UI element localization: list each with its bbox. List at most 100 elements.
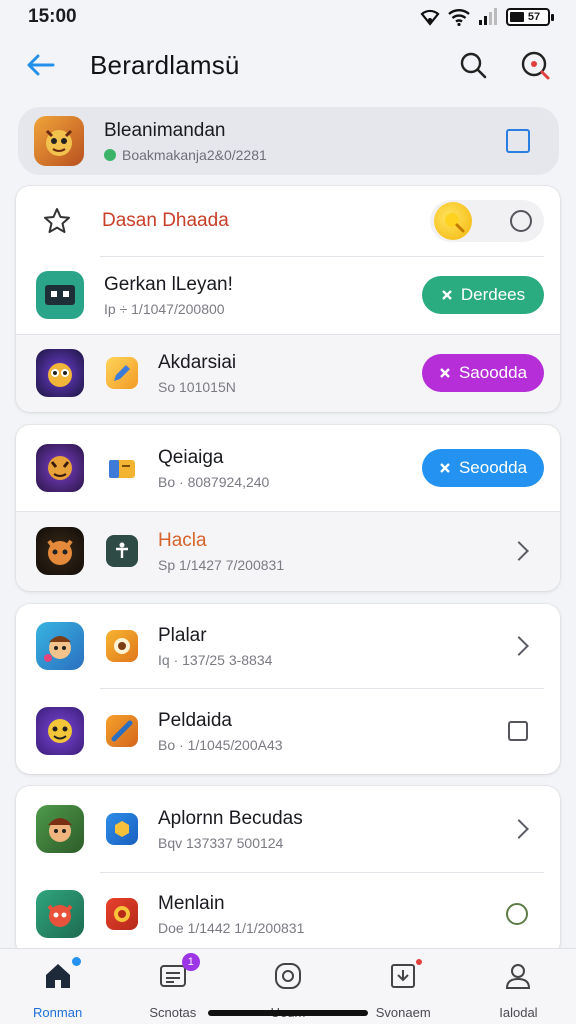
back-arrow-icon (27, 54, 55, 76)
app-icon (36, 349, 84, 397)
notification-dot (416, 959, 423, 965)
list-item[interactable]: Menlain Doe 1/1442 1/1/200831 (16, 872, 560, 956)
list-item-subtitle: Bo · 8087924,240 (158, 473, 270, 490)
list-item-title: Gerkan lLeyan! (104, 273, 233, 295)
list-item[interactable]: Peldaida Bo · 1/1045/200A43 (16, 688, 560, 774)
list-item-title: Peldaida (158, 709, 232, 731)
camera-icon (271, 959, 305, 993)
accessibility-icon (106, 535, 138, 567)
list-item[interactable]: Qeiaiga Bo · 8087924,240 Seoodda (16, 425, 560, 511)
close-x-icon (440, 463, 450, 473)
app-icon (36, 527, 84, 575)
action-button-label: Derdees (460, 285, 526, 304)
list-item-subtitle: Doe 1/1442 1/1/200831 (158, 919, 305, 936)
app-group-card-3: Plalar Iq · 137/25 3-8834 Peldaida Bo · … (16, 604, 560, 774)
nav-label: Svonaem (375, 1005, 431, 1020)
wifi-icon (448, 9, 470, 26)
sun-icon (434, 202, 472, 240)
home-icon (41, 957, 81, 993)
back-button[interactable] (20, 45, 60, 85)
list-item-title: Qeiaiga (158, 446, 224, 468)
chevron-right-icon[interactable] (509, 819, 529, 839)
app-group-card-4: Aplornn Becudas Bqv 137337 500124 Menlai… (16, 786, 560, 956)
list-item-title: Aplornn Becudas (158, 807, 303, 829)
app-icon (36, 622, 84, 670)
status-dot-icon (104, 148, 116, 161)
list-item-title: Plalar (158, 624, 207, 646)
page-title: Berardlamsü (90, 49, 240, 80)
nav-label: Ronman (33, 1005, 83, 1020)
radio-button[interactable] (510, 210, 532, 232)
signal-icon (479, 8, 497, 25)
app-group-card-1: Dasan Dhaada Gerkan lLeyan! Ip ÷ 1/1047/… (16, 186, 560, 412)
checkbox[interactable] (508, 721, 528, 741)
app-header: Berardlamsü (0, 34, 576, 96)
search-button[interactable] (452, 44, 494, 86)
radio-button[interactable] (506, 903, 528, 925)
list-item[interactable]: Hacla Sp 1/1427 7/200831 (16, 511, 560, 591)
app-icon (36, 444, 84, 492)
list-item-subtitle: Bqv 137337 500124 (158, 834, 284, 851)
list-item[interactable]: Plalar Iq · 137/25 3-8834 (16, 604, 560, 688)
list-item-subtitle: Ip ÷ 1/1047/200800 (104, 300, 225, 317)
nav-label: Ialodal (499, 1005, 538, 1020)
notes-icon: 1 (156, 953, 200, 993)
nav-label: Scnotas (149, 1005, 197, 1020)
list-item[interactable]: Akdarsiai So 101015N Saoodda (16, 334, 560, 412)
search-icon (460, 52, 487, 79)
nav-item-profile[interactable]: Ialodal (461, 949, 576, 1024)
chevron-right-icon[interactable] (509, 636, 529, 656)
target-icon (106, 898, 138, 930)
action-button-label: Saoodda (458, 363, 528, 382)
app-icon (36, 271, 84, 319)
header-actions (452, 44, 556, 86)
list-item[interactable]: Aplornn Becudas Bqv 137337 500124 (16, 786, 560, 872)
app-icon (36, 890, 84, 938)
filter-search-button[interactable] (514, 44, 556, 86)
notes-badge: 1 (181, 953, 200, 971)
battery-icon: 57 (506, 8, 554, 26)
profile-icon (501, 959, 535, 993)
list-item-subtitle: Sp 1/1427 7/200831 (158, 556, 285, 573)
list-item[interactable]: Dasan Dhaada (16, 186, 560, 256)
list-item-title: Dasan Dhaada (102, 210, 229, 231)
action-button-label: Seoodda (458, 458, 528, 477)
featured-app-title: Bleanimandan (104, 119, 226, 141)
battery-level: 57 (527, 11, 541, 23)
home-indicator[interactable] (208, 1010, 368, 1016)
app-icon (36, 805, 84, 853)
featured-app-meta: Boakmakanja2&0/2281 (104, 147, 267, 163)
featured-app-icon (34, 116, 84, 166)
list-item-title: Akdarsiai (158, 351, 237, 373)
chevron-right-icon[interactable] (509, 541, 529, 561)
list-item-title: Hacla (158, 529, 207, 551)
game-icon (106, 630, 138, 662)
puzzle-icon (106, 813, 138, 845)
close-x-icon (440, 368, 450, 378)
list-item-subtitle: Bo · 1/1045/200A43 (158, 736, 283, 753)
featured-app-subtitle: Boakmakanja2&0/2281 (122, 146, 267, 163)
status-time: 15:00 (28, 6, 77, 27)
action-button[interactable]: Derdees (422, 276, 544, 314)
list-item[interactable]: Gerkan lLeyan! Ip ÷ 1/1047/200800 Derdee… (16, 256, 560, 334)
action-button[interactable]: Saoodda (422, 354, 544, 392)
app-icon (36, 707, 84, 755)
star-icon[interactable] (42, 206, 72, 236)
package-icon (106, 452, 138, 484)
edit-pencil-icon (106, 357, 138, 389)
close-x-icon (442, 290, 452, 300)
app-group-card-2: Qeiaiga Bo · 8087924,240 Seoodda Hacla S… (16, 425, 560, 591)
nav-item-home[interactable]: Ronman (0, 949, 115, 1024)
notification-dot (71, 957, 81, 966)
featured-app-row[interactable]: Bleanimandan Boakmakanja2&0/2281 (18, 107, 559, 175)
status-bar: 15:00 57 (0, 0, 576, 34)
featured-checkbox[interactable] (506, 129, 530, 153)
tool-icon (106, 715, 138, 747)
list-item-subtitle: So 101015N (158, 378, 236, 395)
action-button[interactable]: Seoodda (422, 449, 544, 487)
status-icons: 57 (420, 8, 554, 26)
search-filter-icon (521, 51, 550, 80)
download-box-icon (386, 959, 423, 993)
sun-toggle[interactable] (430, 200, 544, 242)
list-item-title: Menlain (158, 892, 225, 914)
